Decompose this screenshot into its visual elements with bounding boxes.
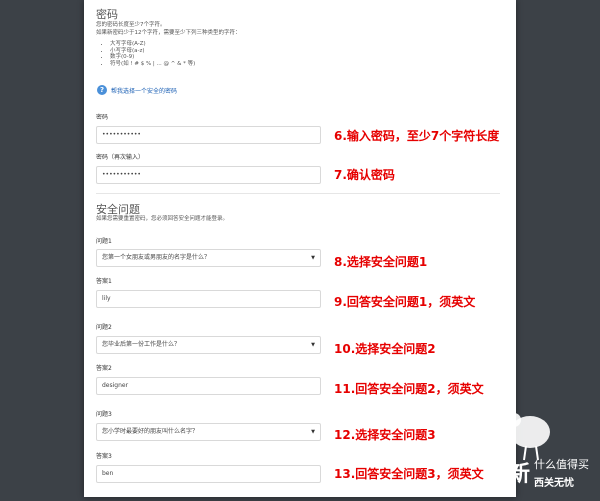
confirm-password-label: 密码（再次输入） — [96, 154, 145, 161]
question2-value: 您毕业后第一份工作是什么？ — [102, 341, 181, 348]
password-requirements-list: 大写字母(A-Z) 小写字母(a-z) 数字(0-9) 符号(如 ! # $ %… — [100, 41, 195, 68]
annotation-step12: 12.选择安全问题3 — [334, 428, 436, 442]
annotation-step13: 13.回答安全问题3，须英文 — [334, 467, 484, 481]
answer1-input[interactable]: lily — [96, 290, 321, 308]
answer2-input[interactable]: designer — [96, 377, 321, 395]
watermark: 新 什么值得买 西关无忧 — [490, 390, 600, 497]
password-label: 密码 — [96, 114, 109, 121]
help-choose-password-link[interactable]: 帮我选择一个安全的密码 — [111, 86, 177, 95]
requirement-uppercase: 大写字母(A-Z) — [110, 41, 195, 48]
question3-label: 问题3 — [96, 411, 112, 418]
help-question-icon: ? — [97, 85, 107, 95]
annotation-step9: 9.回答安全问题1，须英文 — [334, 295, 476, 309]
question3-value: 您小学时最要好的朋友叫什么名字？ — [102, 428, 199, 435]
watermark-line2: 西关无忧 — [534, 478, 574, 489]
chevron-down-icon: ▼ — [311, 429, 315, 435]
question1-select[interactable]: 您第一个女朋友或男朋友的名字是什么？ ▼ — [96, 249, 321, 267]
answer3-input[interactable]: ben — [96, 465, 321, 483]
section-divider — [96, 193, 500, 194]
answer3-label: 答案3 — [96, 453, 112, 460]
watermark-big-char: 新 — [508, 462, 531, 487]
question2-label: 问题2 — [96, 324, 112, 331]
question2-select[interactable]: 您毕业后第一份工作是什么？ ▼ — [96, 336, 321, 354]
watermark-line1: 什么值得买 — [534, 458, 589, 471]
confirm-password-input[interactable]: ••••••••••• — [96, 166, 321, 184]
question1-value: 您第一个女朋友或男朋友的名字是什么？ — [102, 254, 211, 261]
annotation-step7: 7.确认密码 — [334, 168, 395, 182]
annotation-step11: 11.回答安全问题2，须英文 — [334, 382, 484, 396]
password-input[interactable]: ••••••••••• — [96, 126, 321, 144]
answer1-label: 答案1 — [96, 278, 112, 285]
security-section-title: 安全问题 — [96, 203, 140, 216]
annotation-step6: 6.输入密码，至少7个字符长度 — [334, 129, 500, 143]
answer2-label: 答案2 — [96, 365, 112, 372]
password-rule-line1: 您的密码长度至少7个字符。 — [96, 22, 166, 28]
password-section-title: 密码 — [96, 8, 118, 21]
question3-select[interactable]: 您小学时最要好的朋友叫什么名字？ ▼ — [96, 423, 321, 441]
security-description: 如果您需要重置密码，您必须回答安全问题才能登录。 — [96, 216, 229, 222]
annotation-step8: 8.选择安全问题1 — [334, 255, 428, 269]
chevron-down-icon: ▼ — [311, 255, 315, 261]
requirement-symbols: 符号(如 ! # $ % | ... @ ^ & * 等) — [110, 61, 195, 68]
chevron-down-icon: ▼ — [311, 342, 315, 348]
annotation-step10: 10.选择安全问题2 — [334, 342, 436, 356]
question1-label: 问题1 — [96, 238, 112, 245]
password-rule-line2: 如果新密码少于12个字符，需要至少下列三种类型的字符： — [96, 30, 241, 36]
form-panel: 密码 您的密码长度至少7个字符。 如果新密码少于12个字符，需要至少下列三种类型… — [84, 0, 516, 497]
